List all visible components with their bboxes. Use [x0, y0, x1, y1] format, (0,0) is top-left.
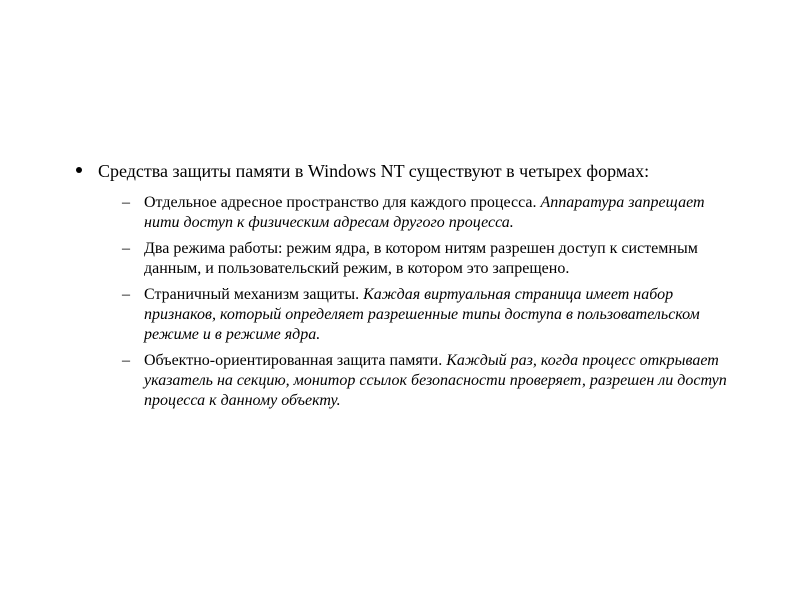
item-lead: Отдельное адресное пространство для кажд… [144, 194, 540, 211]
list-item: – Отдельное адресное пространство для ка… [122, 193, 730, 233]
item-lead: Объектно-ориентированная защита памяти. [144, 352, 446, 369]
dash-icon: – [122, 351, 130, 371]
bullet-icon [76, 167, 82, 173]
outer-list-item: Средства защиты памяти в Windows NT суще… [70, 160, 730, 411]
dash-icon: – [122, 285, 130, 305]
intro-text: Средства защиты памяти в Windows NT суще… [98, 161, 649, 181]
item-lead: Два режима работы: режим ядра, в котором… [144, 240, 698, 277]
list-item: – Два режима работы: режим ядра, в котор… [122, 239, 730, 279]
item-lead: Страничный механизм защиты. [144, 286, 363, 303]
dash-icon: – [122, 193, 130, 213]
list-item: – Страничный механизм защиты. Каждая вир… [122, 285, 730, 345]
list-item: – Объектно-ориентированная защита памяти… [122, 351, 730, 411]
inner-list: – Отдельное адресное пространство для ка… [98, 193, 730, 411]
dash-icon: – [122, 239, 130, 259]
outer-list: Средства защиты памяти в Windows NT суще… [70, 160, 730, 411]
